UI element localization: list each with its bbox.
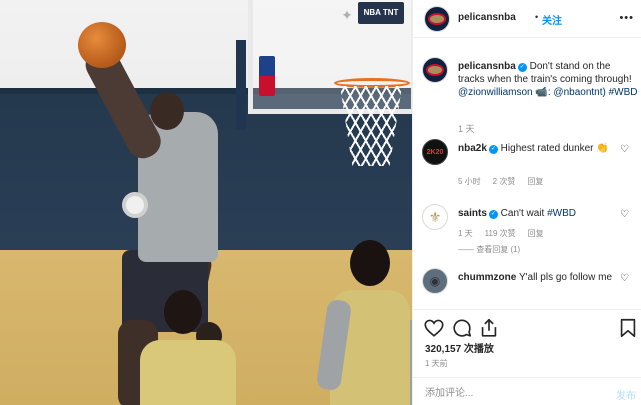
verified-icon: ✓ <box>488 210 498 219</box>
caption-timestamp: 1 天 <box>458 124 475 134</box>
comment-body: Highest rated dunker 👏 <box>497 143 609 154</box>
comment-username[interactable]: saints <box>458 208 487 219</box>
reply-button[interactable]: 回复 <box>528 229 544 238</box>
comment-username[interactable]: nba2k <box>458 143 487 154</box>
comment-body: Can't wait <box>497 208 548 219</box>
comment-likes[interactable]: 119 次赞 <box>485 229 516 238</box>
share-icon[interactable] <box>478 317 500 339</box>
comment-meta: 5 小时 2 次赞 回复 <box>458 176 555 187</box>
verified-icon: ✓ <box>488 145 498 154</box>
pelicans-logo-icon <box>426 64 444 76</box>
add-comment-bar: 发布 <box>413 377 641 405</box>
comment-meta: 1 天 119 次赞 回复 <box>458 228 556 239</box>
reply-button[interactable]: 回复 <box>527 177 543 186</box>
verified-icon: ✓ <box>517 63 527 72</box>
saints-logo: ⚜ <box>428 208 442 225</box>
user-avatar-image: ◉ <box>429 274 441 288</box>
avatar[interactable]: 2K20 <box>422 139 448 165</box>
hashtag-link[interactable]: #WBD <box>606 87 638 98</box>
comment-like-heart-icon[interactable]: ♡ <box>620 274 630 284</box>
background-player-head <box>350 240 390 286</box>
comments-section[interactable]: pelicansnba ✓ Don't stand on the tracks w… <box>413 39 641 309</box>
comment-like-heart-icon[interactable]: ♡ <box>620 145 630 155</box>
avatar[interactable] <box>422 57 448 83</box>
view-replies-button[interactable]: —— 查看回复 (1) <box>458 244 520 255</box>
broadcast-logo: NBA TNT <box>358 2 404 24</box>
nba2k-logo: 2K20 <box>426 148 444 156</box>
post-timestamp: 1 天前 <box>425 359 448 368</box>
pelicans-logo: ✦ <box>341 7 353 23</box>
more-options-icon[interactable]: ••• <box>619 12 634 24</box>
basketball <box>78 22 126 68</box>
post-header: pelicansnba • 关注 ••• <box>413 0 641 38</box>
pelicans-logo-icon <box>428 13 446 25</box>
post-detail-panel: pelicansnba • 关注 ••• pelicansnba ✓ Don't … <box>412 0 641 405</box>
caption-text: 📹: <box>532 87 554 98</box>
avatar[interactable] <box>424 6 450 32</box>
author-username[interactable]: pelicansnba <box>458 12 516 23</box>
background-player <box>140 340 236 405</box>
follow-button[interactable]: 关注 <box>542 12 562 27</box>
mention-link[interactable]: @zionwilliamson <box>458 87 533 98</box>
caption-username[interactable]: pelicansnba <box>458 61 516 72</box>
basketball-net <box>340 86 402 166</box>
bookmark-icon[interactable] <box>617 317 639 339</box>
comment-icon[interactable] <box>451 317 473 339</box>
backboard-post <box>236 40 246 130</box>
comment-text: chummzone Y'all pls go follow me <box>458 271 618 284</box>
comment-body: Y'all pls go follow me <box>516 272 613 283</box>
view-count[interactable]: 320,157 次播放 <box>425 340 494 355</box>
comment-text: nba2k ✓ Highest rated dunker 👏 <box>458 142 618 155</box>
comment-text: saints ✓ Can't wait #WBD <box>458 207 618 220</box>
comment-likes[interactable]: 2 次赞 <box>493 177 516 186</box>
heart-icon[interactable] <box>423 317 445 339</box>
nba-logo-on-backboard <box>259 56 275 96</box>
player-head <box>150 92 184 130</box>
comment-username[interactable]: chummzone <box>458 272 516 283</box>
post-caption: pelicansnba ✓ Don't stand on the tracks w… <box>458 60 638 99</box>
separator-dot: • <box>535 12 539 22</box>
hashtag-link[interactable]: #WBD <box>547 208 576 219</box>
action-bar: 320,157 次播放 1 天前 发布 <box>413 309 641 405</box>
post-comment-button[interactable]: 发布 <box>616 387 636 402</box>
comment-timestamp: 5 小时 <box>458 177 481 186</box>
comment-like-heart-icon[interactable]: ♡ <box>620 210 630 220</box>
avatar[interactable]: ⚜ <box>422 204 448 230</box>
background-player-head <box>164 290 202 334</box>
post-video[interactable]: ✦ NBA TNT <box>0 0 412 405</box>
avatar[interactable]: ◉ <box>422 268 448 294</box>
tape-roll <box>122 192 148 218</box>
mention-link[interactable]: @nbaontnt) <box>553 87 605 98</box>
comment-timestamp: 1 天 <box>458 229 473 238</box>
comment-input[interactable] <box>425 385 595 401</box>
